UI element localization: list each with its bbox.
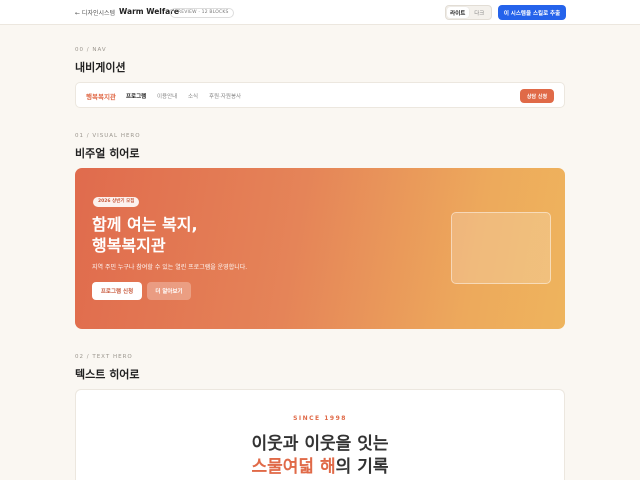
visual-hero: 2026 상반기 모집 함께 여는 복지, 행복복지관 지역 주민 누구나 참여… bbox=[75, 168, 565, 329]
section-title-text-hero: 텍스트 히어로 bbox=[75, 368, 140, 381]
export-skill-button[interactable]: 이 시스템을 스킬로 추출 bbox=[498, 5, 566, 20]
nav-item-support[interactable]: 후원·자원봉사 bbox=[209, 92, 241, 100]
hero-title-line2: 행복복지관 bbox=[92, 236, 166, 255]
theme-toggle: 라이트 다크 bbox=[445, 5, 492, 20]
preview-badge: PREVIEW · 12 BLOCKS bbox=[170, 8, 234, 18]
section-label-visual-hero: 01 / VISUAL HERO bbox=[75, 133, 141, 139]
section-title-visual-hero: 비주얼 히어로 bbox=[75, 147, 140, 160]
nav-item-guide[interactable]: 이용안내 bbox=[157, 92, 177, 100]
text-hero: SINCE 1998 이웃과 이웃을 잇는 스물여덟 해의 기록 bbox=[75, 389, 565, 480]
text-hero-accent2: 해 bbox=[320, 457, 336, 477]
hero-badge: 2026 상반기 모집 bbox=[93, 197, 140, 207]
nav-item-news[interactable]: 소식 bbox=[188, 92, 198, 100]
text-hero-line1: 이웃과 이웃을 잇는 bbox=[251, 434, 389, 454]
text-hero-accent1: 스물여덟 bbox=[251, 457, 315, 477]
text-hero-line2: 스물여덟 해의 기록 bbox=[76, 452, 564, 477]
top-bar: ← 디자인시스템 Warm Welfare PREVIEW · 12 BLOCK… bbox=[0, 0, 640, 25]
learn-more-button[interactable]: 더 알아보기 bbox=[147, 282, 191, 300]
back-link[interactable]: ← 디자인시스템 bbox=[75, 8, 115, 17]
nav-item-program[interactable]: 프로그램 bbox=[126, 92, 146, 100]
section-label-text-hero: 02 / TEXT HERO bbox=[75, 354, 133, 360]
consult-button[interactable]: 상담 신청 bbox=[520, 89, 554, 103]
hero-image-placeholder bbox=[451, 212, 551, 284]
hero-description: 지역 주민 누구나 참여할 수 있는 열린 프로그램을 운영합니다. bbox=[92, 264, 248, 271]
apply-program-button[interactable]: 프로그램 신청 bbox=[92, 282, 142, 300]
hero-title: 함께 여는 복지, 행복복지관 bbox=[92, 214, 198, 256]
nav-preview: 행복복지관 프로그램 이용안내 소식 후원·자원봉사 상담 신청 bbox=[75, 82, 565, 108]
nav-logo[interactable]: 행복복지관 bbox=[86, 91, 116, 101]
since-eyebrow: SINCE 1998 bbox=[293, 415, 347, 422]
theme-light-button[interactable]: 라이트 bbox=[447, 7, 469, 18]
text-hero-rest: 의 기록 bbox=[335, 457, 389, 477]
section-title-nav: 내비게이션 bbox=[75, 61, 126, 74]
hero-title-line1: 함께 여는 복지, bbox=[92, 215, 198, 234]
section-label-nav: 00 / NAV bbox=[75, 47, 107, 53]
theme-dark-button[interactable]: 다크 bbox=[469, 7, 491, 18]
